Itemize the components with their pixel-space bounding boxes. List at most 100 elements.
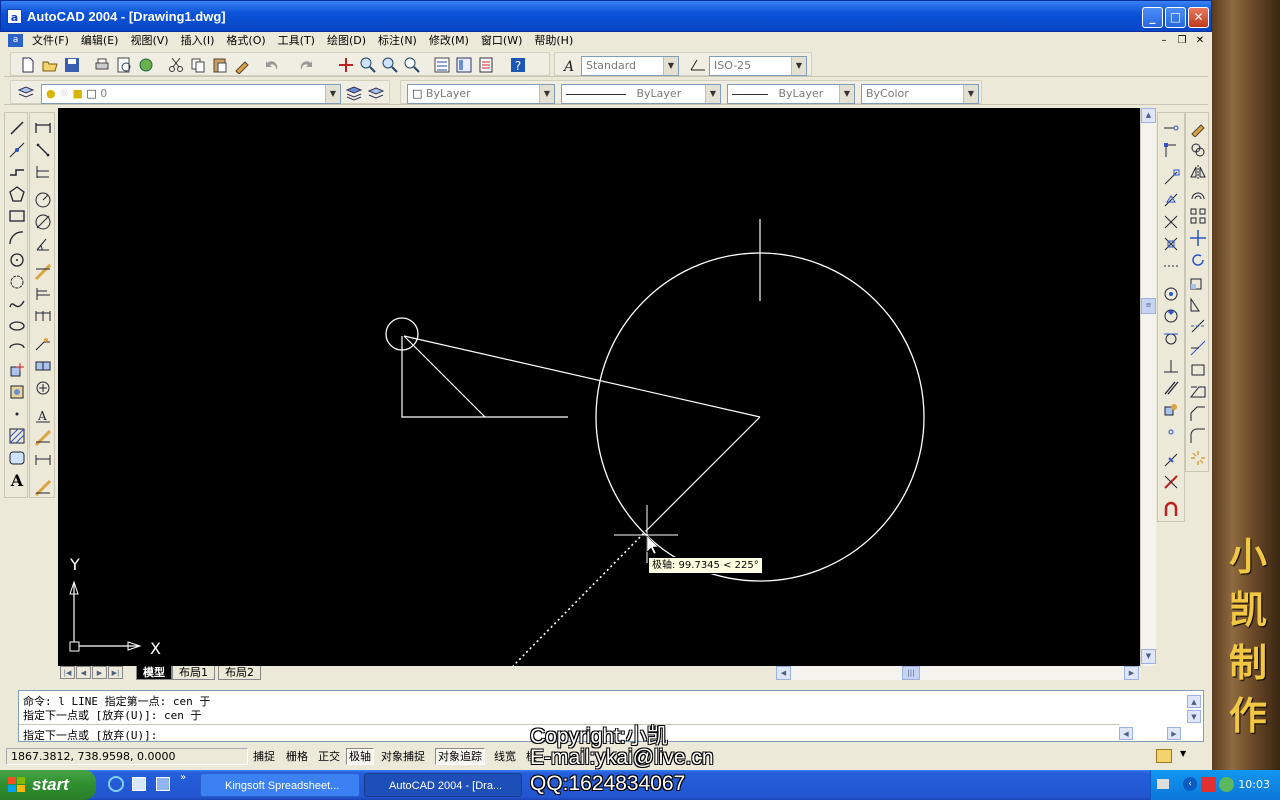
snap-center-icon[interactable] (1162, 285, 1180, 303)
text-style-select[interactable]: Standard ▼ (581, 56, 679, 76)
scale-icon[interactable] (1189, 273, 1207, 291)
lineweight-control-select[interactable]: ByLayer ▼ (727, 84, 855, 104)
network-icon[interactable] (1219, 777, 1234, 792)
arc-icon[interactable] (8, 229, 26, 247)
menu-help[interactable]: 帮助(H) (528, 32, 579, 50)
command-prompt[interactable]: 指定下一点或 [放弃(U)]: (23, 727, 157, 743)
vertical-scrollbar[interactable]: ▲ ≡ ▼ (1140, 108, 1156, 666)
snap-nearest-icon[interactable] (1162, 451, 1180, 469)
print-icon[interactable] (93, 56, 111, 74)
linear-dimension-icon[interactable] (34, 119, 52, 137)
layer-previous-icon[interactable] (367, 84, 385, 102)
mirror-icon[interactable] (1189, 163, 1207, 181)
design-center-icon[interactable] (455, 56, 473, 74)
undo-icon[interactable] (263, 56, 281, 74)
snap-tangent-icon[interactable] (1162, 329, 1180, 347)
tab-next-icon[interactable]: ▶ (92, 666, 107, 679)
osnap-settings-icon[interactable] (1162, 501, 1180, 519)
help-icon[interactable]: ? (509, 56, 527, 74)
chamfer-icon[interactable] (1189, 405, 1207, 423)
dropdown-arrow-icon[interactable]: ▼ (325, 85, 340, 103)
menu-edit[interactable]: 编辑(E) (75, 32, 125, 50)
tolerance-icon[interactable] (34, 357, 52, 375)
save-icon[interactable] (63, 56, 81, 74)
tab-last-icon[interactable]: ▶| (108, 666, 123, 679)
dropdown-arrow-icon[interactable]: ▼ (539, 85, 554, 103)
tab-first-icon[interactable]: |◀ (60, 666, 75, 679)
horizontal-scrollbar[interactable]: ◀ ||| ▶ (776, 666, 1140, 680)
diameter-dimension-icon[interactable] (34, 213, 52, 231)
dropdown-arrow-icon[interactable]: ▼ (963, 85, 978, 103)
redo-icon[interactable] (297, 56, 315, 74)
polygon-icon[interactable] (8, 185, 26, 203)
task-autocad[interactable]: AutoCAD 2004 - [Dra... (364, 773, 522, 797)
scroll-right-icon[interactable]: ▶ (1124, 666, 1139, 680)
otrack-toggle[interactable]: 对象追踪 (435, 748, 485, 765)
polyline-icon[interactable] (8, 163, 26, 181)
lineweight-toggle[interactable]: 线宽 (491, 748, 519, 765)
open-file-icon[interactable] (41, 56, 59, 74)
tab-prev-icon[interactable]: ◀ (76, 666, 91, 679)
dropdown-arrow-icon[interactable]: ▼ (839, 85, 854, 103)
menu-format[interactable]: 格式(O) (220, 32, 271, 50)
dimension-text-edit-icon[interactable] (34, 429, 52, 447)
center-mark-icon[interactable] (34, 379, 52, 397)
osnap-toggle[interactable]: 对象捕捉 (378, 748, 428, 765)
document-icon[interactable]: a (8, 34, 23, 47)
tab-model[interactable]: 模型 (136, 666, 172, 680)
dimension-style-icon[interactable] (689, 56, 707, 74)
dimension-update-icon[interactable] (34, 451, 52, 469)
media-player-icon[interactable] (156, 777, 170, 791)
maximize-button[interactable]: □ (1165, 7, 1186, 28)
cmd-scroll-right-icon[interactable]: ▶ (1167, 727, 1181, 740)
copy-icon[interactable] (189, 56, 207, 74)
revision-cloud-icon[interactable] (8, 273, 26, 291)
cmd-scroll-down-icon[interactable]: ▼ (1187, 710, 1201, 723)
status-menu-icon[interactable]: ▼ (1180, 749, 1186, 758)
quick-leader-icon[interactable] (34, 335, 52, 353)
menu-tools[interactable]: 工具(T) (272, 32, 321, 50)
menu-insert[interactable]: 插入(I) (175, 32, 221, 50)
grid-toggle[interactable]: 栅格 (283, 748, 311, 765)
menu-dimension[interactable]: 标注(N) (372, 32, 423, 50)
snap-quadrant-icon[interactable] (1162, 307, 1180, 325)
internet-explorer-icon[interactable] (108, 776, 124, 792)
trim-icon[interactable] (1189, 317, 1207, 335)
rotate-icon[interactable] (1189, 251, 1207, 269)
insert-block-icon[interactable] (8, 361, 26, 379)
dimension-style-select[interactable]: ISO-25 ▼ (709, 56, 807, 76)
snap-insert-icon[interactable] (1162, 401, 1180, 419)
menu-view[interactable]: 视图(V) (124, 32, 174, 50)
baseline-dimension-icon[interactable] (34, 285, 52, 303)
multiline-text-icon[interactable]: A (8, 471, 26, 490)
diagonal-line[interactable] (403, 335, 486, 418)
tab-layout2[interactable]: 布局2 (218, 666, 261, 680)
angular-dimension-icon[interactable] (34, 235, 52, 253)
ellipse-icon[interactable] (8, 317, 26, 335)
snap-endpoint-icon[interactable] (1162, 169, 1180, 187)
extend-icon[interactable] (1189, 339, 1207, 357)
snap-from-icon[interactable] (1162, 141, 1180, 159)
erase-icon[interactable] (1189, 119, 1207, 137)
move-icon[interactable] (1189, 229, 1207, 247)
polar-toggle[interactable]: 极轴 (346, 748, 374, 765)
autocad-app-icon[interactable]: a (7, 9, 22, 24)
copy-object-icon[interactable] (1189, 141, 1207, 159)
snap-toggle[interactable]: 捕捉 (250, 748, 278, 765)
snap-apparent-intersection-icon[interactable] (1162, 235, 1180, 253)
show-desktop-icon[interactable] (132, 777, 146, 791)
match-properties-icon[interactable] (233, 56, 251, 74)
zoom-realtime-icon[interactable] (359, 56, 377, 74)
point-icon[interactable] (8, 405, 26, 423)
dimension-style-manager-icon[interactable] (34, 479, 52, 497)
array-icon[interactable] (1189, 207, 1207, 225)
quick-launch-expand-icon[interactable]: » (180, 772, 186, 783)
layer-manager-icon[interactable] (17, 84, 35, 102)
make-block-icon[interactable] (8, 383, 26, 401)
dropdown-arrow-icon[interactable]: ▼ (663, 57, 678, 75)
hscroll-thumb[interactable]: ||| (902, 666, 920, 680)
start-button[interactable]: start (0, 770, 96, 800)
fillet-icon[interactable] (1189, 427, 1207, 445)
tray-expand-icon[interactable]: ‹ (1183, 777, 1197, 791)
explode-icon[interactable] (1189, 449, 1207, 467)
